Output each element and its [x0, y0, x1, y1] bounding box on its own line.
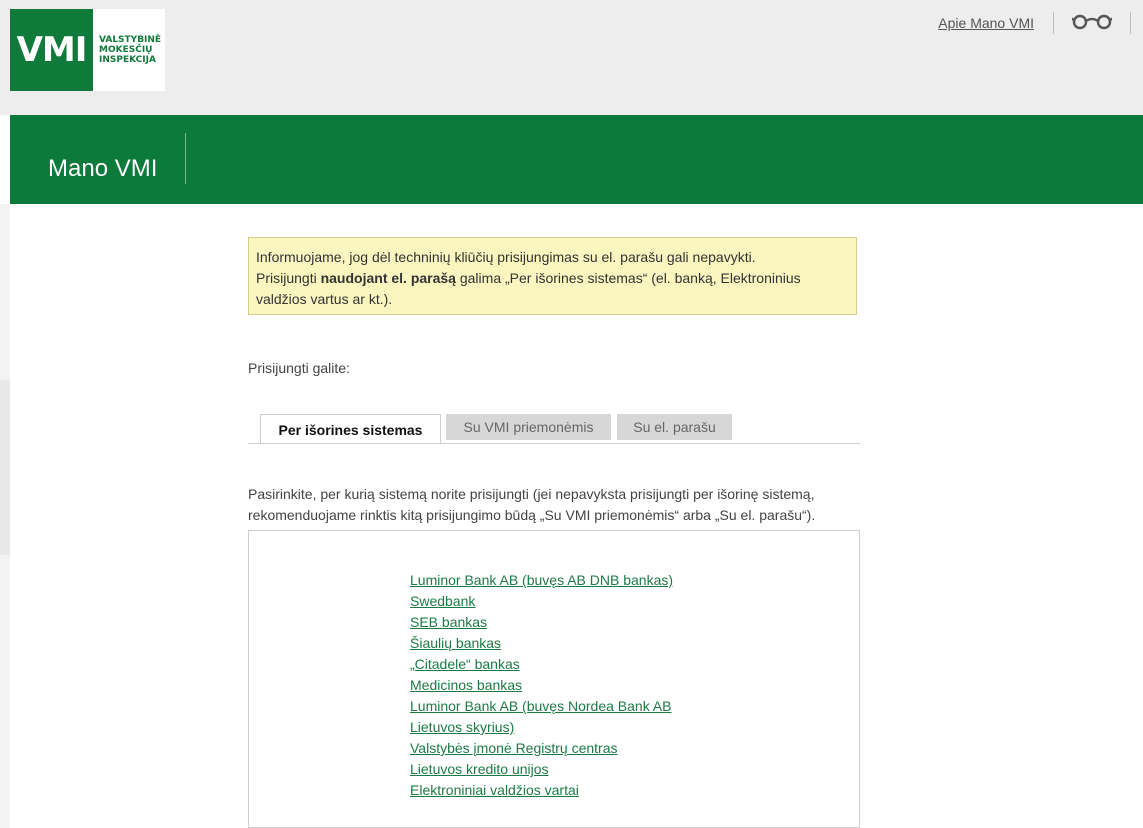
- login-intro: Prisijungti galite:: [248, 360, 350, 376]
- list-item: Swedbank: [410, 591, 673, 612]
- list-item: „Citadele“ bankas: [410, 654, 673, 675]
- logo-wordmark: VALSTYBINĖ MOKESČIŲ INSPEKCIJA: [99, 35, 161, 65]
- provider-panel: Luminor Bank AB (buvęs AB DNB bankas) Sw…: [248, 530, 860, 828]
- provider-link-evaldzios-vartai[interactable]: Elektroniniai valdžios vartai: [410, 782, 579, 798]
- left-margin-accent: [0, 380, 10, 555]
- info-notice: Informuojame, jog dėl techninių kliūčių …: [248, 237, 857, 315]
- notice-text: Prisijungti: [256, 270, 321, 286]
- list-item: Luminor Bank AB (buvęs AB DNB bankas): [410, 570, 673, 591]
- tab-vmi-tools[interactable]: Su VMI priemonėmis: [446, 414, 611, 440]
- provider-link-seb[interactable]: SEB bankas: [410, 614, 487, 630]
- list-item: SEB bankas: [410, 612, 673, 633]
- list-item: Šiaulių bankas: [410, 633, 673, 654]
- logo-mark: VMI: [10, 9, 93, 91]
- provider-link-medicinos[interactable]: Medicinos bankas: [410, 677, 522, 693]
- app-banner: Mano VMI: [10, 115, 1143, 204]
- notice-line: Informuojame, jog dėl techninių kliūčių …: [256, 249, 756, 265]
- logo-line: VALSTYBINĖ: [99, 35, 162, 45]
- login-tabs: Per išorines sistemas Su VMI priemonėmis…: [248, 414, 860, 444]
- provider-link-citadele[interactable]: „Citadele“ bankas: [410, 656, 520, 672]
- list-item: Lietuvos kredito unijos: [410, 759, 673, 780]
- top-header: VMI VALSTYBINĖ MOKESČIŲ INSPEKCIJA Apie …: [0, 0, 1143, 115]
- provider-link-luminor-nordea[interactable]: Luminor Bank AB (buvęs Nordea Bank AB: [410, 698, 671, 714]
- login-description: Pasirinkite, per kurią sistemą norite pr…: [248, 486, 816, 523]
- tab-e-signature[interactable]: Su el. parašu: [617, 414, 732, 440]
- provider-link-siauliu[interactable]: Šiaulių bankas: [410, 635, 501, 651]
- list-item: Valstybės įmonė Registrų centras: [410, 738, 673, 759]
- header-divider: [1053, 12, 1054, 34]
- provider-link-kredito-unijos[interactable]: Lietuvos kredito unijos: [410, 761, 549, 777]
- app-title[interactable]: Mano VMI: [48, 155, 157, 183]
- list-item: Luminor Bank AB (buvęs Nordea Bank AB: [410, 696, 673, 717]
- provider-link-luminor-nordea-cont[interactable]: Lietuvos skyrius): [410, 719, 514, 735]
- notice-bold-text: naudojant el. parašą: [320, 270, 456, 286]
- header-divider: [1130, 12, 1131, 34]
- about-link[interactable]: Apie Mano VMI: [938, 15, 1034, 31]
- banner-divider: [185, 133, 186, 184]
- provider-link-registru-centras[interactable]: Valstybės įmonė Registrų centras: [410, 740, 618, 756]
- list-item: Elektroniniai valdžios vartai: [410, 780, 673, 801]
- list-item: Lietuvos skyrius): [410, 717, 673, 738]
- list-item: Medicinos bankas: [410, 675, 673, 696]
- logo-abbreviation: VMI: [16, 30, 88, 70]
- provider-link-luminor-dnb[interactable]: Luminor Bank AB (buvęs AB DNB bankas): [410, 572, 673, 588]
- provider-link-swedbank[interactable]: Swedbank: [410, 593, 475, 609]
- logo-line: MOKESČIŲ: [99, 45, 153, 55]
- logo-line: INSPEKCIJA: [99, 55, 156, 65]
- tab-external-systems[interactable]: Per išorines sistemas: [260, 414, 441, 443]
- provider-list: Luminor Bank AB (buvęs AB DNB bankas) Sw…: [410, 570, 673, 801]
- glasses-icon[interactable]: [1072, 14, 1112, 30]
- vmi-logo[interactable]: VMI VALSTYBINĖ MOKESČIŲ INSPEKCIJA: [10, 9, 165, 91]
